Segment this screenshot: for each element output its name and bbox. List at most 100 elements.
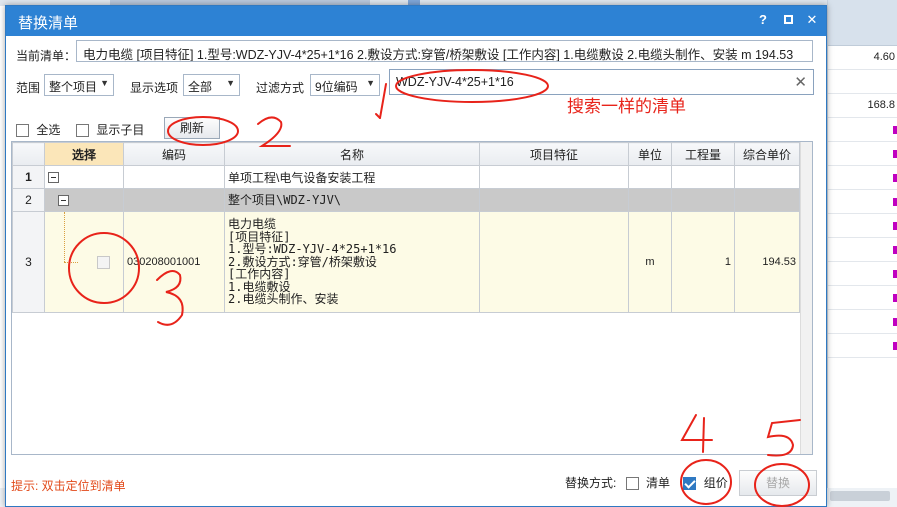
maximize-button[interactable]: [779, 11, 797, 29]
collapse-icon[interactable]: [48, 172, 59, 184]
background-grid-header: [828, 0, 897, 46]
table-row[interactable]: 2 整个项目\WDZ-YJV\: [12, 188, 800, 212]
quantity-cell: [671, 165, 735, 189]
background-scrollbar[interactable]: [830, 491, 890, 501]
refresh-button[interactable]: 刷新: [164, 117, 220, 139]
background-marker: [893, 270, 897, 278]
display-option-label: 显示选项: [130, 81, 179, 95]
background-grid-row: [828, 286, 897, 310]
filter-method-value: 9位编码: [315, 80, 358, 94]
option-group-price-checkbox[interactable]: 组价: [683, 476, 728, 491]
help-button[interactable]: ?: [754, 11, 772, 29]
show-children-label: 显示子目: [96, 123, 145, 137]
background-marker: [893, 342, 897, 350]
display-option-value: 全部: [188, 80, 213, 94]
option-group-price-label: 组价: [703, 476, 728, 490]
column-header-feature[interactable]: 项目特征: [479, 142, 629, 166]
option-list-label: 清单: [646, 476, 671, 490]
column-header-quantity[interactable]: 工程量: [671, 142, 735, 166]
option-list-checkbox[interactable]: 清单: [625, 476, 674, 491]
expand-cell[interactable]: [44, 165, 124, 189]
feature-cell: [479, 165, 629, 189]
price-cell: [734, 165, 800, 189]
feature-cell: [479, 211, 629, 313]
row-select-checkbox[interactable]: [97, 256, 110, 269]
background-marker: [893, 246, 897, 254]
background-grid-row: [828, 334, 897, 358]
name-cell: 单项工程\电气设备安装工程: [224, 165, 480, 189]
scope-label: 范围: [16, 81, 41, 95]
background-grid-row: [828, 142, 897, 166]
search-value: WDZ-YJV-4*25+1*16: [396, 75, 514, 89]
background-grid-row: [828, 238, 897, 262]
background-marker: [893, 222, 897, 230]
column-header-name[interactable]: 名称: [224, 142, 480, 166]
unit-cell: [628, 165, 672, 189]
table-row[interactable]: 1 单项工程\电气设备安装工程: [12, 165, 800, 189]
row-number: 1: [12, 165, 45, 189]
name-line: 1.型号:WDZ-YJV-4*25+1*16: [228, 242, 397, 257]
table-row[interactable]: 3 030208001001 电力电缆 [项目特征] 1.型号:WDZ-YJV-…: [12, 211, 800, 313]
background-app-grid: 4.60 168.8: [827, 0, 897, 507]
background-grid-row: 168.8: [828, 94, 897, 118]
name-line: 2.电缆头制作、安装: [228, 292, 339, 307]
chevron-down-icon: ▼: [226, 78, 235, 88]
annotation-note: 搜索一样的清单: [567, 97, 686, 116]
background-grid-row: [828, 214, 897, 238]
table-header-row: 选择 编码 名称 项目特征 单位 工程量 综合单价: [12, 142, 800, 166]
unit-cell: [628, 188, 672, 212]
name-cell: 电力电缆 [项目特征] 1.型号:WDZ-YJV-4*25+1*16 2.敷设方…: [224, 211, 480, 313]
list-grid: 选择 编码 名称 项目特征 单位 工程量 综合单价 1 单项工程\电气设备安装工…: [11, 141, 813, 455]
list-table: 选择 编码 名称 项目特征 单位 工程量 综合单价 1 单项工程\电气设备安装工…: [12, 142, 800, 313]
background-grid-row: [828, 118, 897, 142]
background-grid-row: [828, 262, 897, 286]
scope-select[interactable]: 整个项目 ▼: [44, 74, 114, 96]
feature-cell: [479, 188, 629, 212]
row-number: 2: [12, 188, 45, 212]
column-header-unit[interactable]: 单位: [628, 142, 672, 166]
scope-value: 整个项目: [49, 80, 98, 94]
select-all-checkbox[interactable]: 全选: [16, 121, 60, 138]
background-grid-row: 4.60: [828, 46, 897, 70]
tree-line: [64, 212, 65, 262]
quantity-cell: 1: [671, 211, 735, 313]
expand-cell[interactable]: [44, 188, 124, 212]
code-cell: [123, 165, 225, 189]
column-header-price[interactable]: 综合单价: [734, 142, 800, 166]
collapse-icon[interactable]: [58, 195, 69, 207]
column-header-code[interactable]: 编码: [123, 142, 225, 166]
maximize-icon: [783, 15, 793, 24]
background-grid-row: [828, 70, 897, 94]
dialog-titlebar[interactable]: 替换清单 ? ✕: [6, 6, 826, 36]
name-cell: 整个项目\WDZ-YJV\: [224, 188, 480, 212]
clear-icon[interactable]: ✕: [794, 73, 807, 91]
show-children-checkbox[interactable]: 显示子目: [76, 121, 144, 138]
name-line: 电力电缆: [228, 217, 277, 232]
close-button[interactable]: ✕: [803, 11, 821, 29]
select-cell[interactable]: [44, 211, 124, 313]
dialog-title: 替换清单: [18, 15, 79, 32]
filter-method-select[interactable]: 9位编码 ▼: [310, 74, 380, 96]
background-marker: [893, 198, 897, 206]
background-value: 4.60: [873, 51, 895, 63]
code-cell: 030208001001: [123, 211, 225, 313]
background-grid-row: [828, 190, 897, 214]
code-cell: [123, 188, 225, 212]
replace-button[interactable]: 替换: [739, 470, 817, 496]
replace-mode-label: 替换方式:: [565, 476, 617, 490]
quantity-cell: [671, 188, 735, 212]
background-grid-row: [828, 310, 897, 334]
grid-vertical-scrollbar[interactable]: [800, 142, 812, 454]
checkbox-icon: [16, 124, 29, 138]
display-option-select[interactable]: 全部 ▼: [183, 74, 240, 96]
row-number: 3: [12, 211, 45, 313]
current-list-field: 电力电缆 [项目特征] 1.型号:WDZ-YJV-4*25+1*16 2.敷设方…: [76, 40, 813, 62]
chevron-down-icon: ▼: [100, 78, 109, 88]
background-value: 168.8: [867, 99, 895, 111]
replace-mode-group: 替换方式: 清单 组价: [565, 474, 728, 491]
tree-line: [64, 262, 78, 263]
price-cell: [734, 188, 800, 212]
column-header-select[interactable]: 选择: [44, 142, 124, 166]
checkmark-icon: [683, 477, 697, 491]
background-marker: [893, 150, 897, 158]
